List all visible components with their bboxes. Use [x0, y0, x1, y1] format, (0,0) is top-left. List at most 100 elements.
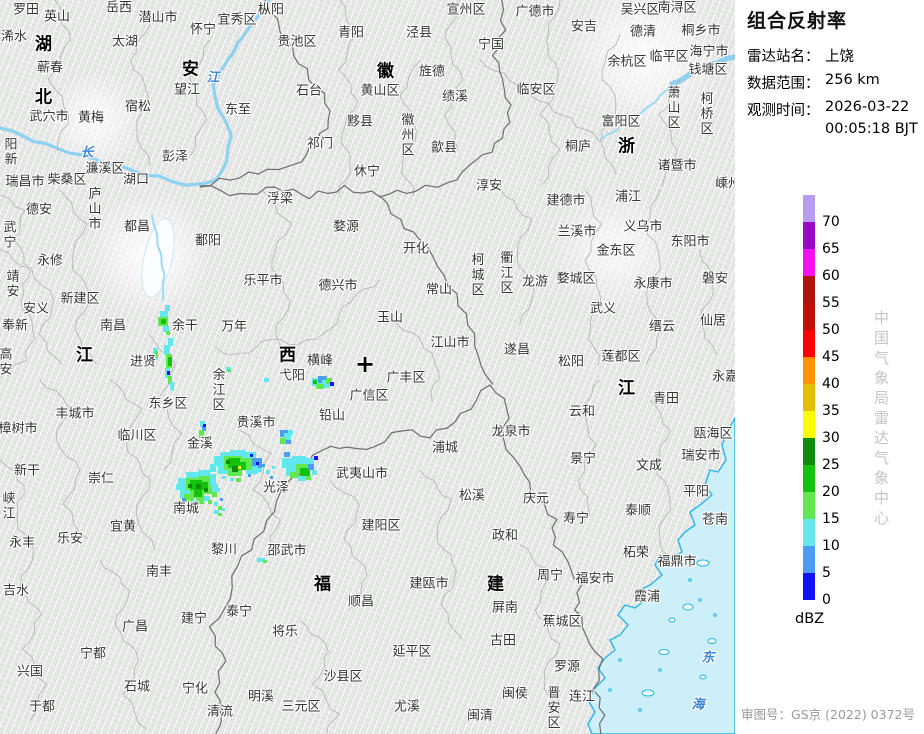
place-name-label: 铅山	[318, 408, 346, 424]
legend-tick-value: 10	[822, 538, 840, 554]
place-name-label: 东至	[224, 102, 252, 118]
province-name-label: 浙	[618, 136, 636, 157]
data-range-label: 数据范围：	[747, 76, 820, 92]
place-name-label: 绩溪	[441, 89, 469, 105]
reflectivity-color-scale	[803, 195, 815, 600]
place-name-label: 常山	[425, 282, 453, 298]
place-name-label: 东乡区	[148, 396, 188, 412]
place-name-label: 闽清	[466, 708, 494, 724]
water-name-label: 海	[691, 697, 705, 713]
place-name-label: 嵊州	[714, 176, 735, 192]
province-name-label: 湖	[35, 34, 53, 55]
place-name-label: 弋阳	[278, 368, 306, 384]
place-name-label: 万年	[220, 319, 248, 335]
place-name-label: 宜秀区	[217, 12, 257, 28]
place-name-label: 义乌市	[623, 219, 663, 235]
place-name-label: 旌德	[418, 64, 446, 80]
place-name-label: 青田	[652, 391, 680, 407]
place-name-label: 浮梁	[266, 191, 294, 207]
legend-color-step	[803, 519, 815, 546]
place-name-label: 高安	[0, 347, 12, 377]
place-name-label: 光泽	[262, 480, 290, 496]
legend-tick-value: 55	[822, 295, 840, 311]
place-name-label: 柯桥区	[697, 91, 713, 137]
province-name-label: 西	[279, 345, 297, 366]
legend-tick-value: 65	[822, 241, 840, 257]
place-name-label: 黟县	[346, 114, 374, 130]
place-name-label: 望江	[173, 82, 201, 98]
place-name-label: 建阳区	[361, 518, 401, 534]
place-name-label: 柯城区	[468, 252, 484, 298]
place-name-label: 歙县	[430, 140, 458, 156]
place-name-label: 罗源	[553, 659, 581, 675]
place-name-label: 金溪	[186, 436, 214, 452]
place-name-label: 临川区	[117, 428, 157, 444]
place-name-label: 沙县区	[323, 669, 363, 685]
place-name-label: 宿松	[124, 99, 152, 115]
place-name-label: 庆元	[522, 491, 550, 507]
place-name-label: 南昌	[99, 318, 127, 334]
place-name-label: 诸暨市	[657, 158, 697, 174]
place-name-label: 崇仁	[87, 471, 115, 487]
place-name-label: 瑞安市	[681, 448, 721, 464]
place-name-label: 庐山市	[85, 186, 101, 232]
place-name-label: 南丰	[145, 564, 173, 580]
place-name-label: 彭泽	[161, 149, 189, 165]
place-name-label: 瓯海区	[693, 426, 733, 442]
place-name-label: 衢江区	[497, 250, 513, 296]
place-name-label: 蕉城区	[542, 614, 582, 630]
place-name-label: 海宁市	[689, 44, 729, 60]
place-name-label: 蕲春	[36, 60, 64, 76]
place-name-label: 淳安	[475, 178, 503, 194]
place-name-label: 新建区	[60, 291, 100, 307]
station-name-label: 雷达站名：	[747, 49, 820, 65]
place-name-label: 屏南	[491, 600, 519, 616]
place-name-label: 永修	[36, 253, 64, 269]
place-name-label: 贵溪市	[236, 415, 276, 431]
place-name-label: 清流	[206, 704, 234, 720]
place-name-label: 婺源	[332, 219, 360, 235]
legend-color-step	[803, 303, 815, 330]
place-name-label: 广丰区	[386, 370, 426, 386]
place-name-label: 松阳	[557, 354, 585, 370]
place-name-label: 石台	[295, 83, 323, 99]
place-name-label: 莲都区	[601, 349, 641, 365]
place-name-label: 于都	[28, 699, 56, 715]
province-name-label: 徽	[377, 61, 395, 82]
place-name-label: 广信区	[349, 388, 389, 404]
map-label-layer: 罗田 英山 岳西 潜山市 怀宁 宜秀区 浠水 太湖 蕲春 望江 武穴市 黄梅 宿松 东至 彭泽 瑞昌市 柴桑区濂…	[0, 0, 735, 734]
place-name-label: 德兴市	[318, 278, 358, 294]
place-name-label: 永丰	[8, 535, 36, 551]
province-name-label: 安	[182, 59, 200, 80]
obs-time-label: 观测时间：	[747, 103, 820, 119]
place-name-label: 寿宁	[562, 511, 590, 527]
place-name-label: 余干	[171, 318, 199, 334]
place-name-label: 缙云	[648, 319, 676, 335]
legend-color-step	[803, 195, 815, 222]
place-name-label: 青阳	[337, 25, 365, 41]
place-name-label: 建德市	[546, 193, 586, 209]
place-name-label: 文成	[635, 458, 663, 474]
place-name-label: 吉水	[2, 583, 30, 599]
place-name-label: 金东区	[596, 243, 636, 259]
province-name-label: 北	[35, 87, 53, 108]
water-name-label: 东	[701, 650, 715, 666]
province-name-label: 福	[314, 574, 332, 595]
place-name-label: 峡江	[0, 491, 15, 521]
place-name-label: 周宁	[536, 568, 564, 584]
legend-color-step	[803, 330, 815, 357]
place-name-label: 武夷山市	[335, 466, 389, 482]
place-name-label: 婺城区	[556, 271, 596, 287]
province-name-label: 建	[487, 574, 505, 595]
place-name-label: 兰溪市	[557, 224, 597, 240]
legend-color-step	[803, 465, 815, 492]
place-name-label: 桐乡市	[681, 23, 721, 39]
place-name-label: 古田	[489, 633, 517, 649]
place-name-label: 钱塘区	[688, 62, 728, 78]
obs-time-value: 00:05:18 BJT	[825, 121, 918, 137]
place-name-label: 都昌	[123, 219, 151, 235]
place-name-label: 奉新	[1, 318, 29, 334]
place-name-label: 富阳区	[601, 114, 641, 130]
place-name-label: 连江	[568, 689, 596, 705]
info-panel: 组合反射率 雷达站名： 上饶 数据范围： 256 km 观测时间： 2026-0…	[735, 0, 924, 734]
